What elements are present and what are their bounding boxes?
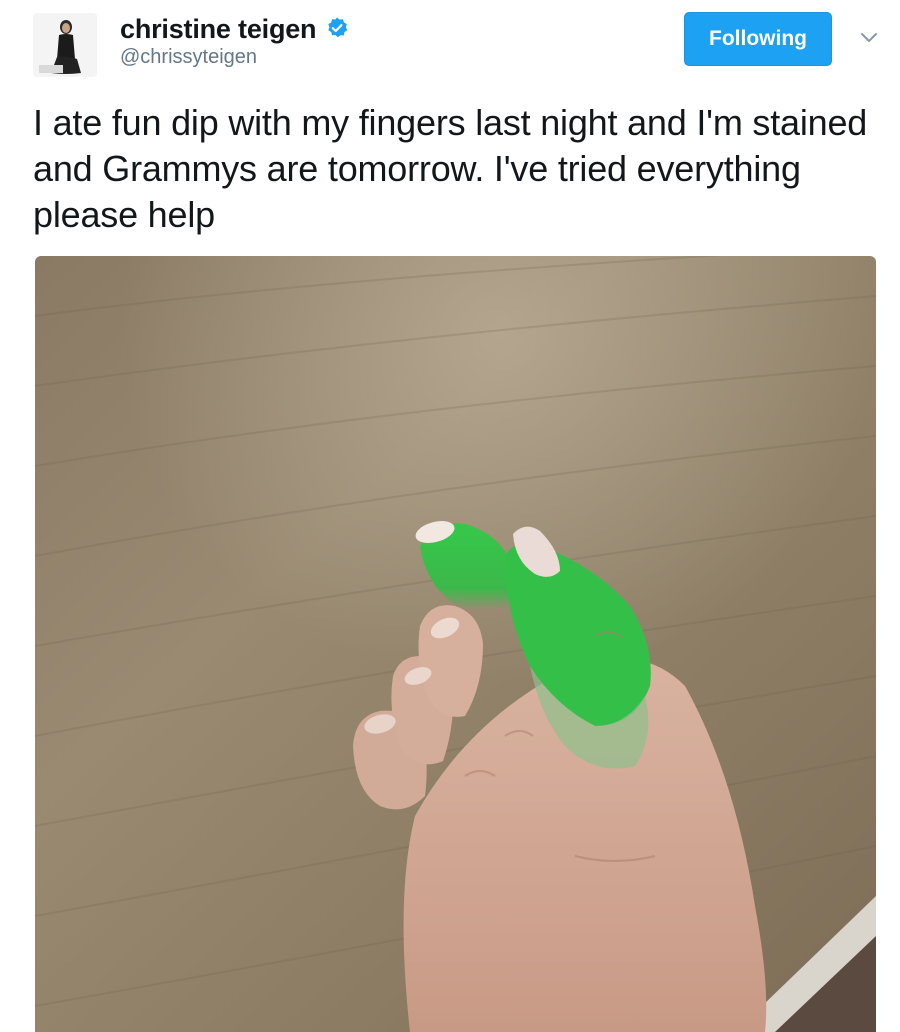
user-handle[interactable]: @chrissyteigen — [120, 46, 257, 69]
following-button[interactable]: Following — [684, 12, 832, 66]
verified-badge-icon — [328, 17, 348, 38]
chevron-down-icon[interactable] — [858, 26, 880, 48]
display-name[interactable]: christine teigen — [120, 14, 317, 45]
tweet-text: I ate fun dip with my fingers last night… — [33, 102, 868, 235]
avatar-photo — [33, 13, 97, 77]
tweet-card: christine teigen @chrissyteigen Followin… — [0, 0, 900, 1032]
tweet-photo[interactable] — [35, 256, 876, 1032]
avatar[interactable] — [33, 13, 97, 77]
photo-green-stained-fingers — [35, 256, 876, 1032]
